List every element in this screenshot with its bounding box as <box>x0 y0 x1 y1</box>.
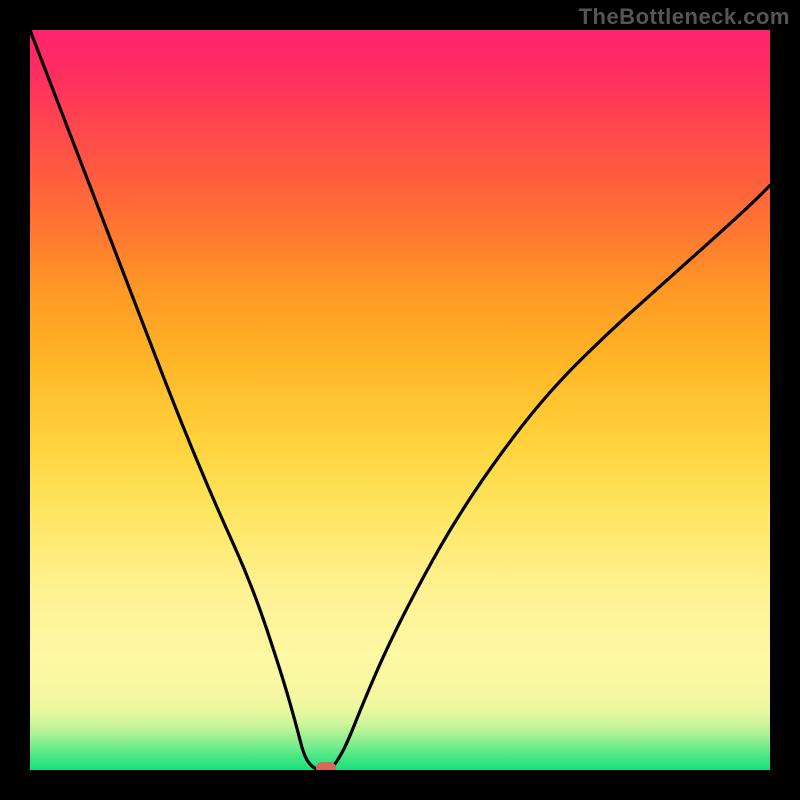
minimum-marker <box>315 761 337 770</box>
watermark-label: TheBottleneck.com <box>579 4 790 30</box>
bottleneck-curve <box>30 30 770 770</box>
chart-frame: TheBottleneck.com <box>0 0 800 800</box>
plot-area <box>30 30 770 770</box>
